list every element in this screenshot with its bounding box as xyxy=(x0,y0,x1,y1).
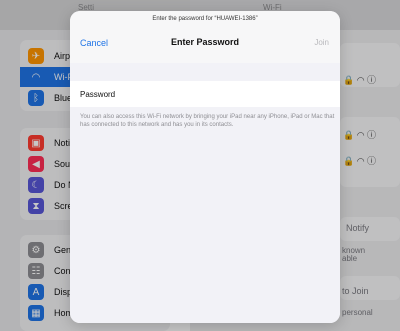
nearby-device-help-text: You can also access this Wi-Fi network b… xyxy=(80,114,335,128)
password-prompt: Enter the password for “HUAWEI-1386” xyxy=(152,16,258,22)
join-button[interactable]: Join xyxy=(314,38,329,47)
modal-title: Enter Password xyxy=(170,37,240,47)
password-modal: Enter the password for “HUAWEI-1386” Can… xyxy=(70,11,340,323)
password-field[interactable]: Password xyxy=(70,81,340,107)
password-label: Password xyxy=(80,90,116,99)
modal-header: Enter the password for “HUAWEI-1386” Can… xyxy=(70,11,340,63)
